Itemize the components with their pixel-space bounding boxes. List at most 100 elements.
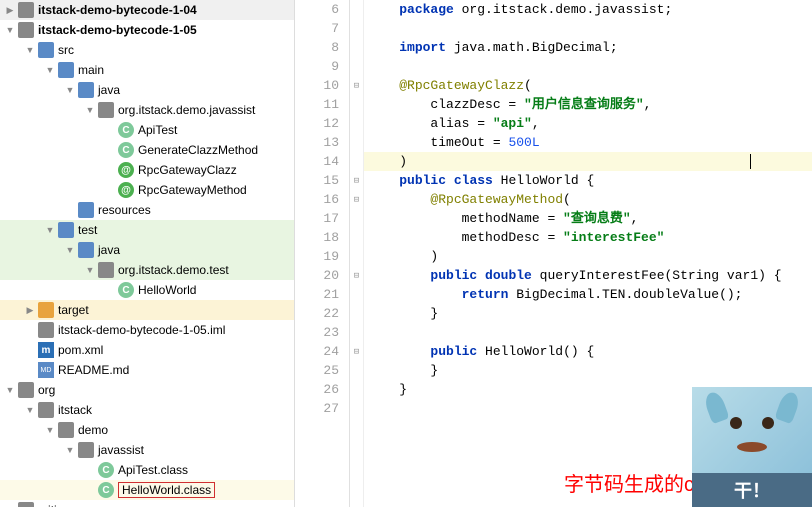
code-line: @RpcGatewayClazz(	[364, 76, 812, 95]
tree-label: itstack-demo-bytecode-1-04	[38, 3, 197, 17]
tree-node-folder[interactable]: ▶ resources	[0, 200, 294, 220]
tree-node-folder[interactable]: ▼ javassist	[0, 440, 294, 460]
tree-node-file[interactable]: ▶ itstack-demo-bytecode-1-05.iml	[0, 320, 294, 340]
tree-node-class[interactable]: ▶ C GenerateClazzMethod	[0, 140, 294, 160]
fold-marker[interactable]: ⊟	[350, 266, 363, 285]
tree-node-folder[interactable]: ▼ java	[0, 240, 294, 260]
line-number: 27	[295, 399, 339, 418]
code-line: public double queryInterestFee(String va…	[364, 266, 812, 285]
folder-icon	[58, 222, 74, 238]
tree-label: java	[98, 243, 120, 257]
line-number: 16	[295, 190, 339, 209]
tree-node-annotation[interactable]: ▶ @ RpcGatewayMethod	[0, 180, 294, 200]
tree-node-annotation[interactable]: ▶ @ RpcGatewayClazz	[0, 160, 294, 180]
file-icon	[18, 502, 34, 507]
line-number: 22	[295, 304, 339, 323]
tree-node-file[interactable]: ▶ MD README.md	[0, 360, 294, 380]
code-line: alias = "api",	[364, 114, 812, 133]
tree-node-package[interactable]: ▼ org.itstack.demo.test	[0, 260, 294, 280]
code-line: package org.itstack.demo.javassist;	[364, 0, 812, 19]
tree-node-folder[interactable]: ▼ src	[0, 40, 294, 60]
tree-label: org.itstack.demo.javassist	[118, 103, 255, 117]
sticker-image: 干！	[692, 387, 812, 507]
tree-node-folder[interactable]: ▼ java	[0, 80, 294, 100]
folder-icon	[78, 82, 94, 98]
fold-marker[interactable]: ⊟	[350, 342, 363, 361]
line-number: 26	[295, 380, 339, 399]
tree-label: .gitignore	[38, 503, 87, 507]
tree-label: org.itstack.demo.test	[118, 263, 229, 277]
tree-label: resources	[98, 203, 151, 217]
folder-icon	[18, 382, 34, 398]
tree-label: README.md	[58, 363, 129, 377]
code-line: clazzDesc = "用户信息查询服务",	[364, 95, 812, 114]
folder-icon	[58, 422, 74, 438]
fold-marker[interactable]: ⊟	[350, 171, 363, 190]
code-line: @RpcGatewayMethod(	[364, 190, 812, 209]
code-line: methodName = "查询息费",	[364, 209, 812, 228]
folder-icon	[78, 202, 94, 218]
tree-node-class[interactable]: ▶ C HelloWorld	[0, 280, 294, 300]
fold-column[interactable]: ⊟ ⊟ ⊟ ⊟ ⊟	[350, 0, 364, 507]
tree-label: HelloWorld.class	[122, 483, 211, 497]
chevron-down-icon: ▼	[84, 104, 96, 116]
line-number: 25	[295, 361, 339, 380]
tree-label: RpcGatewayClazz	[138, 163, 237, 177]
line-number: 10	[295, 76, 339, 95]
code-line	[364, 19, 812, 38]
tree-label: test	[78, 223, 97, 237]
tree-node-folder[interactable]: ▼ demo	[0, 420, 294, 440]
class-icon: C	[118, 122, 134, 138]
folder-icon	[38, 402, 54, 418]
chevron-down-icon: ▼	[84, 264, 96, 276]
iml-icon	[38, 322, 54, 338]
fold-marker[interactable]: ⊟	[350, 76, 363, 95]
class-icon: C	[118, 142, 134, 158]
tree-node-class[interactable]: ▶ C ApiTest	[0, 120, 294, 140]
line-number: 11	[295, 95, 339, 114]
module-icon	[18, 2, 34, 18]
line-gutter: 6 7 8 9 10 11 12 13 14 15 16 17 18 19 20…	[295, 0, 350, 507]
tree-node-package[interactable]: ▼ org.itstack.demo.javassist	[0, 100, 294, 120]
code-body[interactable]: package org.itstack.demo.javassist; impo…	[364, 0, 812, 507]
line-number: 6	[295, 0, 339, 19]
line-number: 9	[295, 57, 339, 76]
tree-node-file[interactable]: ▶ m pom.xml	[0, 340, 294, 360]
tree-node-folder[interactable]: ▶ target	[0, 300, 294, 320]
tree-node-classfile[interactable]: ▶ C ApiTest.class	[0, 460, 294, 480]
annotation-icon: @	[118, 182, 134, 198]
tree-node-folder[interactable]: ▼ org	[0, 380, 294, 400]
code-editor[interactable]: 6 7 8 9 10 11 12 13 14 15 16 17 18 19 20…	[295, 0, 812, 507]
line-number: 20	[295, 266, 339, 285]
folder-icon	[38, 302, 54, 318]
line-number: 7	[295, 19, 339, 38]
tree-node-folder[interactable]: ▼ test	[0, 220, 294, 240]
code-line: return BigDecimal.TEN.doubleValue();	[364, 285, 812, 304]
tree-label: main	[78, 63, 104, 77]
chevron-down-icon: ▼	[64, 84, 76, 96]
sticker-caption: 干！	[692, 473, 812, 507]
line-number: 8	[295, 38, 339, 57]
chevron-down-icon: ▼	[24, 404, 36, 416]
folder-icon	[58, 62, 74, 78]
line-number: 23	[295, 323, 339, 342]
line-number: 21	[295, 285, 339, 304]
folder-icon	[78, 242, 94, 258]
code-line	[364, 323, 812, 342]
tree-node-folder[interactable]: ▼ itstack	[0, 400, 294, 420]
tree-node-folder[interactable]: ▼ main	[0, 60, 294, 80]
tree-node-file[interactable]: ▶ .gitignore	[0, 500, 294, 507]
tree-node-module[interactable]: ▶ itstack-demo-bytecode-1-04	[0, 0, 294, 20]
code-line: timeOut = 500L	[364, 133, 812, 152]
chevron-right-icon: ▶	[4, 4, 16, 16]
project-tree[interactable]: ▶ itstack-demo-bytecode-1-04 ▼ itstack-d…	[0, 0, 295, 507]
code-line: methodDesc = "interestFee"	[364, 228, 812, 247]
class-icon: C	[98, 462, 114, 478]
tree-label: target	[58, 303, 89, 317]
tree-node-module[interactable]: ▼ itstack-demo-bytecode-1-05	[0, 20, 294, 40]
tree-node-classfile-selected[interactable]: ▶ C HelloWorld.class	[0, 480, 294, 500]
markdown-icon: MD	[38, 362, 54, 378]
fold-marker[interactable]: ⊟	[350, 190, 363, 209]
tree-label: itstack-demo-bytecode-1-05.iml	[58, 323, 225, 337]
chevron-right-icon: ▶	[24, 304, 36, 316]
